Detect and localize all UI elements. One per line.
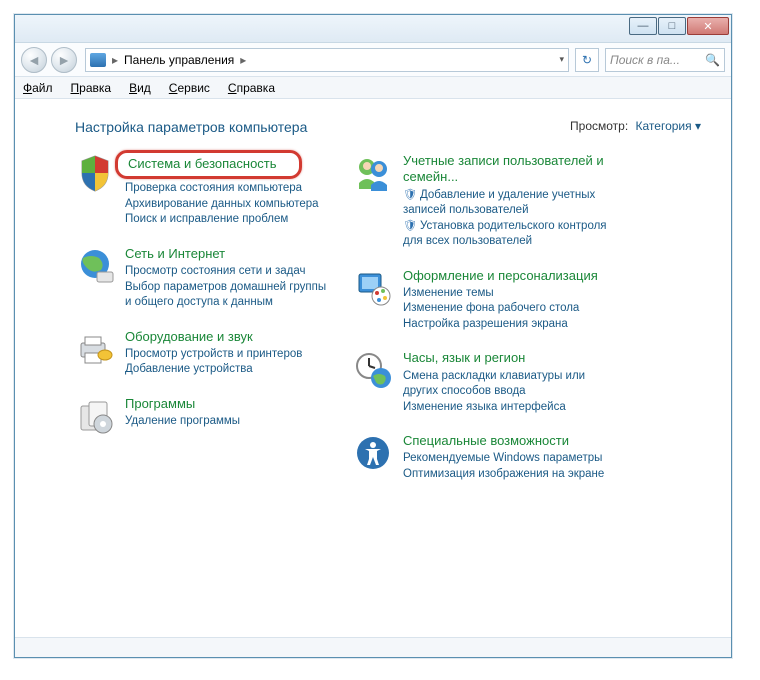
category-link[interactable]: Проверка состояния компьютера (125, 181, 335, 197)
category-title-clock[interactable]: Часы, язык и регион (403, 350, 613, 366)
category-link[interactable]: Удаление программы (125, 414, 335, 430)
category-title-programs[interactable]: Программы (125, 396, 335, 412)
menu-view[interactable]: Вид (129, 81, 151, 95)
menu-file[interactable]: Файл (23, 81, 53, 95)
category-appearance: Оформление и персонализация Изменение те… (353, 268, 613, 333)
breadcrumb-separator: ▸ (112, 53, 118, 67)
users-icon (353, 153, 393, 193)
category-users: Учетные записи пользователей и семейн...… (353, 153, 613, 250)
globe-icon (75, 246, 115, 286)
navigation-toolbar: ◄ ► ▸ Панель управления ▸ ▾ ↻ Поиск в па… (15, 43, 731, 77)
category-link[interactable]: Добавление и удаление учетных записей по… (403, 188, 613, 219)
category-system-security: Система и безопасность Проверка состояни… (75, 153, 335, 228)
category-network: Сеть и Интернет Просмотр состояния сети … (75, 246, 335, 311)
menu-edit[interactable]: Правка (71, 81, 112, 95)
category-title-system-security[interactable]: Система и безопасность (115, 150, 302, 179)
category-title-hardware[interactable]: Оборудование и звук (125, 329, 335, 345)
category-title-accessibility[interactable]: Специальные возможности (403, 433, 613, 449)
category-accessibility: Специальные возможности Рекомендуемые Wi… (353, 433, 613, 482)
category-link[interactable]: Оптимизация изображения на экране (403, 467, 613, 483)
breadcrumb-separator: ▸ (240, 53, 246, 67)
category-title-appearance[interactable]: Оформление и персонализация (403, 268, 613, 284)
shield-icon (75, 153, 115, 193)
category-link[interactable]: Смена раскладки клавиатуры или других сп… (403, 369, 613, 400)
appearance-icon (353, 268, 393, 308)
category-title-users[interactable]: Учетные записи пользователей и семейн... (403, 153, 613, 186)
category-link[interactable]: Установка родительского контроля для все… (403, 219, 613, 250)
back-button[interactable]: ◄ (21, 47, 47, 73)
left-column: Система и безопасность Проверка состояни… (75, 153, 335, 500)
control-panel-icon (90, 53, 106, 67)
category-programs: Программы Удаление программы (75, 396, 335, 436)
category-link[interactable]: Архивирование данных компьютера (125, 197, 335, 213)
category-hardware: Оборудование и звук Просмотр устройств и… (75, 329, 335, 378)
view-selector: Просмотр: Категория ▾ (570, 119, 701, 133)
category-link[interactable]: Просмотр устройств и принтеров (125, 347, 335, 363)
category-link[interactable]: Рекомендуемые Windows параметры (403, 451, 613, 467)
category-title-network[interactable]: Сеть и Интернет (125, 246, 335, 262)
category-link[interactable]: Изменение языка интерфейса (403, 400, 613, 416)
category-link[interactable]: Добавление устройства (125, 362, 335, 378)
category-link[interactable]: Настройка разрешения экрана (403, 317, 613, 333)
category-link[interactable]: Выбор параметров домашней группы и общег… (125, 280, 335, 311)
titlebar[interactable]: — □ ✕ (15, 15, 731, 43)
programs-icon (75, 396, 115, 436)
maximize-button[interactable]: □ (658, 17, 686, 35)
minimize-button[interactable]: — (629, 17, 657, 35)
category-link[interactable]: Просмотр состояния сети и задач (125, 264, 335, 280)
close-button[interactable]: ✕ (687, 17, 729, 35)
refresh-button[interactable]: ↻ (575, 48, 599, 72)
category-clock-lang: Часы, язык и регион Смена раскладки клав… (353, 350, 613, 415)
search-input[interactable]: Поиск в па... 🔍 (605, 48, 725, 72)
menu-tools[interactable]: Сервис (169, 81, 210, 95)
category-link[interactable]: Изменение фона рабочего стола (403, 301, 613, 317)
search-placeholder: Поиск в па... (610, 53, 680, 67)
window-frame: — □ ✕ ◄ ► ▸ Панель управления ▸ ▾ ↻ Поис… (14, 14, 732, 658)
clock-icon (353, 350, 393, 390)
status-bar (15, 637, 731, 657)
address-bar[interactable]: ▸ Панель управления ▸ ▾ (85, 48, 569, 72)
view-dropdown[interactable]: Категория ▾ (636, 119, 701, 133)
accessibility-icon (353, 433, 393, 473)
right-column: Учетные записи пользователей и семейн...… (353, 153, 613, 500)
category-link[interactable]: Поиск и исправление проблем (125, 212, 335, 228)
category-link[interactable]: Изменение темы (403, 286, 613, 302)
menu-help[interactable]: Справка (228, 81, 275, 95)
search-icon: 🔍 (705, 53, 720, 67)
printer-icon (75, 329, 115, 369)
addressbar-dropdown-icon[interactable]: ▾ (559, 54, 564, 65)
content-area: Настройка параметров компьютера Просмотр… (15, 99, 731, 635)
menu-bar: Файл Правка Вид Сервис Справка (15, 77, 731, 99)
view-label: Просмотр: (570, 119, 628, 133)
forward-button[interactable]: ► (51, 47, 77, 73)
breadcrumb-item[interactable]: Панель управления (124, 53, 234, 67)
